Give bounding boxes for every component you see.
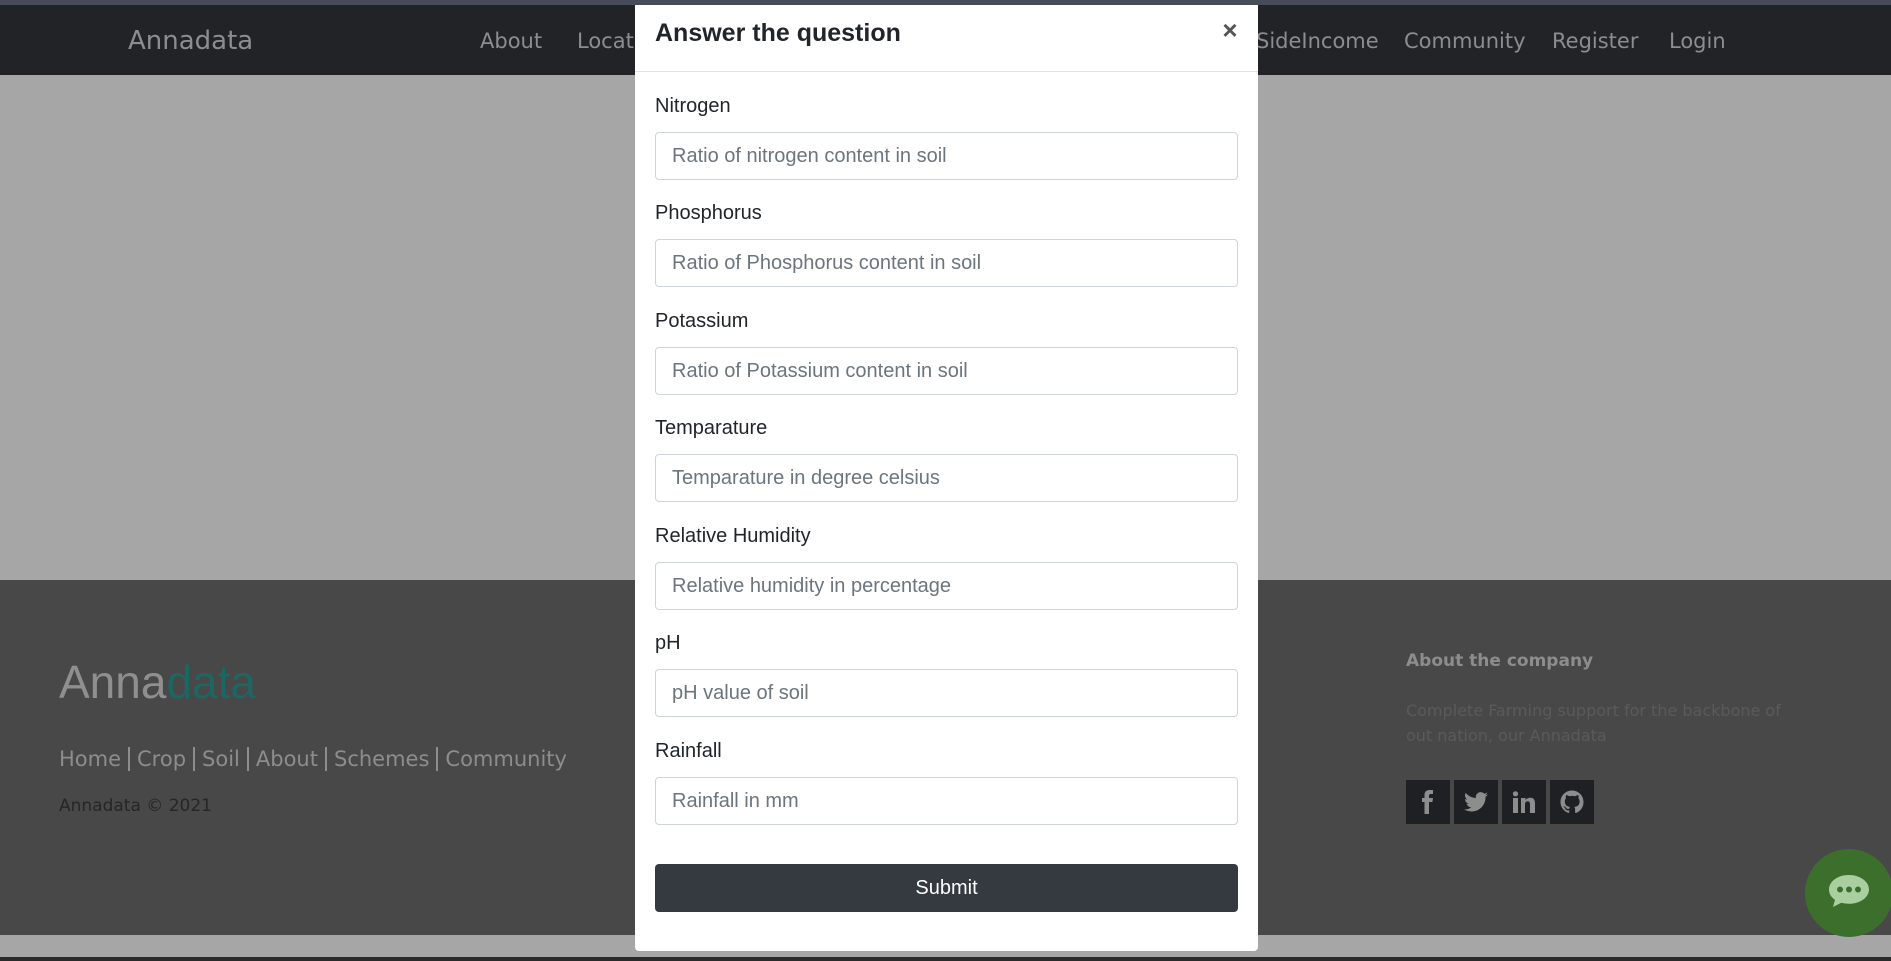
nav-link-login[interactable]: Login xyxy=(1669,29,1726,53)
footer-link-home[interactable]: Home xyxy=(59,747,131,771)
footer-link-community[interactable]: Community xyxy=(438,747,574,771)
about-company-text: Complete Farming support for the backbon… xyxy=(1406,701,1781,745)
relative-humidity-input[interactable] xyxy=(655,562,1238,610)
linkedin-icon[interactable] xyxy=(1502,780,1546,824)
submit-button[interactable]: Submit xyxy=(655,864,1238,912)
github-icon[interactable] xyxy=(1550,780,1594,824)
chat-bubble-icon xyxy=(1827,873,1871,913)
temparature-label: Temparature xyxy=(655,417,768,439)
footer-brand-part2: data xyxy=(166,656,256,708)
modal-title: Answer the question xyxy=(655,19,901,47)
ph-label: pH xyxy=(655,632,681,654)
chat-button[interactable] xyxy=(1805,849,1891,937)
footer-link-about[interactable]: About xyxy=(249,747,327,771)
nav-link-about[interactable]: About xyxy=(480,29,542,53)
footer-link-crop[interactable]: Crop xyxy=(130,747,196,771)
potassium-input[interactable] xyxy=(655,347,1238,395)
relative-humidity-label: Relative Humidity xyxy=(655,525,811,547)
nitrogen-label: Nitrogen xyxy=(655,95,731,117)
footer-brand: Annadata xyxy=(59,655,256,709)
close-button[interactable]: × xyxy=(1215,15,1245,45)
modal-header: Answer the question × xyxy=(635,5,1258,72)
nav-link-location[interactable]: Locati xyxy=(577,29,640,53)
footer-links: Home Crop Soil About Schemes Community xyxy=(59,747,574,771)
nav-link-community[interactable]: Community xyxy=(1404,29,1526,53)
phosphorus-label: Phosphorus xyxy=(655,202,762,224)
twitter-icon[interactable] xyxy=(1454,780,1498,824)
footer-copyright: Annadata © 2021 xyxy=(59,796,212,816)
facebook-icon[interactable] xyxy=(1406,780,1450,824)
footer-link-soil[interactable]: Soil xyxy=(195,747,249,771)
nitrogen-input[interactable] xyxy=(655,132,1238,180)
rainfall-input[interactable] xyxy=(655,777,1238,825)
bottom-dark-line xyxy=(0,957,1891,961)
rainfall-label: Rainfall xyxy=(655,740,722,762)
about-company-title: About the company xyxy=(1406,651,1594,671)
navbar-brand[interactable]: Annadata xyxy=(128,26,253,56)
social-links xyxy=(1406,780,1594,824)
footer-brand-part1: Anna xyxy=(59,656,167,708)
nav-link-register[interactable]: Register xyxy=(1552,29,1638,53)
footer-link-schemes[interactable]: Schemes xyxy=(327,747,439,771)
ph-input[interactable] xyxy=(655,669,1238,717)
nav-link-sideincome[interactable]: SideIncome xyxy=(1256,29,1379,53)
potassium-label: Potassium xyxy=(655,310,749,332)
temparature-input[interactable] xyxy=(655,454,1238,502)
answer-question-modal: Answer the question × Nitrogen Phosphoru… xyxy=(635,5,1258,951)
phosphorus-input[interactable] xyxy=(655,239,1238,287)
